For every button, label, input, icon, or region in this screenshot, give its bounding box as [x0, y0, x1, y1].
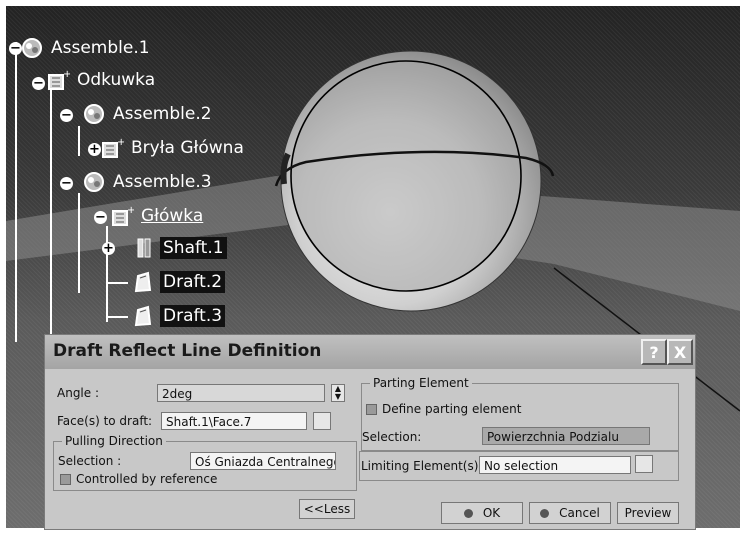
parting-element-group: Parting Element Define parting element S… — [361, 376, 679, 451]
cancel-button[interactable]: Cancel — [529, 502, 611, 524]
pulling-selection-label: Selection : — [58, 454, 122, 468]
controlled-by-reference-label: Controlled by reference — [76, 472, 218, 486]
draft-reflect-line-dialog: Draft Reflect Line Definition ? X Angle … — [44, 334, 696, 530]
tree-node-draft-3[interactable]: Draft.3 — [132, 302, 226, 330]
tree-label: Draft.3 — [160, 305, 226, 327]
tree-label: Główka — [141, 206, 204, 226]
define-parting-element-checkbox[interactable] — [366, 404, 377, 415]
preview-button[interactable]: Preview — [617, 502, 679, 524]
face-selection-icon[interactable] — [313, 412, 331, 430]
draft-icon — [134, 271, 152, 293]
collapse-toggle[interactable]: − — [32, 77, 45, 90]
tree-label: Odkuwka — [77, 70, 156, 90]
part-body-icon: + — [102, 137, 124, 158]
assembly-icon — [22, 38, 42, 58]
collapse-toggle[interactable]: − — [60, 109, 73, 122]
assembly-icon — [84, 172, 104, 192]
angle-spinner[interactable]: ▲ ▼ — [331, 384, 345, 402]
controlled-by-reference-checkbox[interactable] — [60, 474, 71, 485]
tree-node-odkuwka[interactable]: + Odkuwka — [46, 66, 158, 94]
ok-button[interactable]: OK — [441, 502, 523, 524]
tree-node-glowka[interactable]: + Główka — [110, 202, 206, 230]
tree-line — [106, 316, 128, 318]
part-body-icon: + — [48, 69, 70, 90]
define-parting-element-label: Define parting element — [382, 402, 522, 416]
assembly-icon — [84, 104, 104, 124]
limiting-element-input[interactable]: No selection — [479, 456, 631, 474]
parting-selection-label: Selection: — [362, 430, 422, 444]
cancel-icon — [540, 508, 550, 518]
close-button[interactable]: X — [667, 339, 693, 365]
tree-node-draft-2[interactable]: Draft.2 — [132, 268, 226, 296]
reflect-line-circle — [290, 60, 522, 292]
tree-node-assemble-1[interactable]: Assemble.1 — [20, 34, 153, 62]
tree-label: Assemble.3 — [113, 172, 212, 192]
tree-line — [50, 86, 52, 346]
draft-icon — [134, 305, 152, 327]
tree-line — [78, 126, 80, 156]
expand-toggle[interactable]: + — [102, 242, 115, 255]
help-button[interactable]: ? — [641, 339, 667, 365]
tree-line — [78, 193, 80, 293]
tree-label: Shaft.1 — [160, 237, 227, 259]
tree-node-assemble-3[interactable]: Assemble.3 — [82, 168, 215, 196]
less-button[interactable]: <<Less — [299, 499, 355, 519]
dialog-titlebar[interactable]: Draft Reflect Line Definition ? X — [45, 335, 695, 369]
tree-node-assemble-2[interactable]: Assemble.2 — [82, 100, 215, 128]
tree-label: Draft.2 — [160, 271, 226, 293]
tree-line — [106, 282, 128, 284]
close-icon: X — [673, 342, 687, 362]
svg-text:+: + — [63, 69, 70, 80]
dialog-title: Draft Reflect Line Definition — [53, 341, 322, 361]
collapse-toggle[interactable]: − — [60, 177, 73, 190]
help-icon: ? — [649, 342, 659, 362]
tree-node-shaft-1[interactable]: Shaft.1 — [132, 234, 227, 262]
collapse-toggle[interactable]: − — [94, 211, 107, 224]
limiting-element-label: Limiting Element(s): — [361, 459, 483, 473]
svg-text:+: + — [117, 137, 124, 148]
tree-node-bryla-glowna[interactable]: + Bryła Główna — [100, 134, 247, 162]
faces-to-draft-input[interactable]: Shaft.1\Face.7 — [161, 412, 307, 430]
angle-label: Angle : — [57, 386, 100, 400]
ok-icon — [463, 508, 473, 518]
tree-label: Assemble.2 — [113, 104, 212, 124]
parting-selection-input[interactable]: Powierzchnia Podzialu — [482, 427, 650, 445]
pulling-selection-input[interactable]: Oś Gniazda Centralnego — [190, 452, 336, 470]
part-body-icon: + — [112, 205, 134, 226]
tree-label: Assemble.1 — [51, 38, 150, 58]
pulling-direction-group: Pulling Direction Selection : Oś Gniazda… — [53, 434, 357, 491]
pulling-direction-title: Pulling Direction — [62, 434, 166, 448]
shaft-icon — [137, 238, 151, 258]
angle-input[interactable]: 2deg — [157, 384, 325, 402]
expand-toggle[interactable]: + — [88, 143, 101, 156]
tree-label: Bryła Główna — [131, 138, 244, 158]
parting-element-title: Parting Element — [370, 376, 472, 390]
limiting-selection-icon[interactable] — [635, 455, 653, 473]
tree-line — [15, 42, 17, 342]
svg-text:+: + — [127, 205, 134, 216]
collapse-toggle[interactable]: − — [9, 42, 22, 55]
faces-to-draft-label: Face(s) to draft: — [57, 414, 153, 428]
